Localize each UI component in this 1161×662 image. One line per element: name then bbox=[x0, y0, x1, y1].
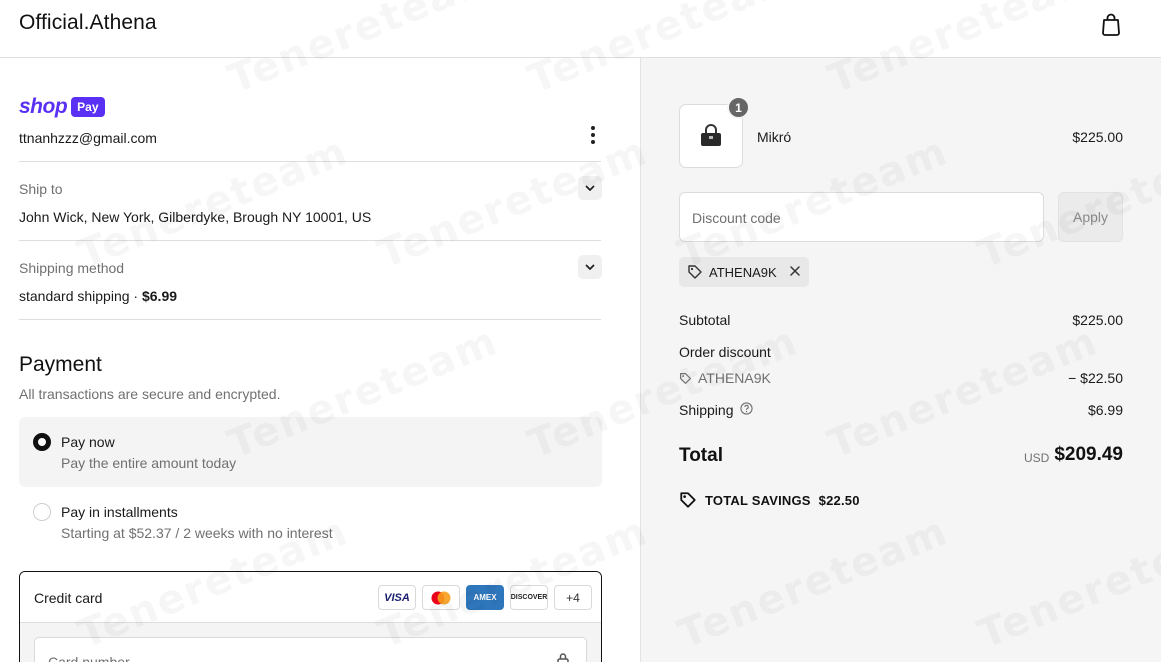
discount-code-placeholder: Discount code bbox=[692, 210, 781, 226]
card-brands: VISA AMEX DISCOVER +4 bbox=[378, 585, 592, 610]
tag-icon bbox=[688, 265, 702, 279]
card-number-input[interactable]: Card number bbox=[34, 637, 587, 662]
total-savings-value: $22.50 bbox=[818, 492, 860, 508]
total-savings: TOTAL SAVINGS $22.50 bbox=[679, 491, 860, 509]
subtotal-label: Subtotal bbox=[679, 312, 731, 328]
visa-icon: VISA bbox=[378, 585, 416, 610]
ship-to-label: Ship to bbox=[19, 181, 63, 197]
card-number-placeholder: Card number bbox=[48, 654, 130, 662]
order-discount-label: Order discount bbox=[679, 344, 771, 360]
discount-code-input[interactable]: Discount code bbox=[679, 192, 1044, 242]
applied-discount-code: ATHENA9K bbox=[709, 264, 777, 280]
total-value: $209.49 bbox=[1054, 444, 1123, 465]
lock-icon bbox=[556, 652, 570, 662]
shipping-row: Shipping bbox=[679, 402, 753, 418]
chevron-down-icon[interactable] bbox=[578, 176, 602, 200]
pay-now-radio[interactable] bbox=[33, 433, 51, 451]
order-summary: 1 Mikró $225.00 Discount code Apply ATHE… bbox=[640, 58, 1161, 662]
shipping-label: Shipping bbox=[679, 402, 734, 418]
pay-installments-radio[interactable] bbox=[33, 503, 51, 521]
ship-to-address: John Wick, New York, Gilberdyke, Brough … bbox=[19, 209, 372, 225]
header: Official.Athena bbox=[0, 0, 1161, 58]
shipping-method-price: $6.99 bbox=[141, 288, 178, 304]
shipping-method-value: standard shipping · $6.99 bbox=[19, 288, 177, 304]
shipping-method-name: standard shipping bbox=[19, 288, 130, 304]
pay-installments-subtitle: Starting at $52.37 / 2 weeks with no int… bbox=[61, 525, 333, 541]
tag-icon bbox=[680, 492, 696, 508]
shop-pay-logo: shop Pay bbox=[19, 95, 105, 119]
checkout-form: shop Pay ttnanhzzz@gmail.com Ship to Joh… bbox=[0, 58, 640, 662]
divider bbox=[19, 240, 601, 241]
account-email: ttnanhzzz@gmail.com bbox=[19, 130, 157, 146]
applied-discount-chip: ATHENA9K bbox=[679, 257, 809, 287]
product-name: Mikró bbox=[757, 129, 792, 145]
discover-icon: DISCOVER bbox=[510, 585, 548, 610]
handbag-icon bbox=[701, 124, 721, 146]
order-discount-amount: − $22.50 bbox=[1068, 370, 1123, 386]
pay-installments-title[interactable]: Pay in installments bbox=[61, 504, 178, 520]
shopping-bag-icon[interactable] bbox=[1097, 10, 1125, 38]
shipping-method-separator: · bbox=[133, 288, 139, 304]
credit-card-label: Credit card bbox=[34, 590, 103, 606]
help-icon[interactable] bbox=[739, 402, 753, 418]
credit-card-option[interactable]: Credit card VISA AMEX DISCOVER +4 bbox=[20, 572, 601, 623]
tag-icon bbox=[680, 372, 691, 384]
subtotal-value: $225.00 bbox=[1072, 312, 1123, 328]
shop-pay-pill: Pay bbox=[71, 97, 105, 117]
remove-discount-icon[interactable] bbox=[789, 265, 801, 280]
pay-now-title: Pay now bbox=[61, 434, 115, 450]
apply-discount-button[interactable]: Apply bbox=[1058, 192, 1123, 242]
total-savings-label: TOTAL SAVINGS bbox=[705, 492, 811, 508]
amex-icon: AMEX bbox=[466, 585, 504, 610]
product-price: $225.00 bbox=[1072, 129, 1123, 145]
payment-subtitle: All transactions are secure and encrypte… bbox=[19, 386, 281, 402]
order-discount-code: ATHENA9K bbox=[679, 370, 771, 386]
mastercard-icon bbox=[422, 585, 460, 610]
shop-pay-shop-text: shop bbox=[19, 95, 68, 118]
divider bbox=[19, 319, 601, 320]
shipping-value: $6.99 bbox=[1087, 402, 1123, 418]
chevron-down-icon[interactable] bbox=[578, 255, 602, 279]
order-discount-code-text: ATHENA9K bbox=[698, 370, 771, 386]
more-options-icon[interactable] bbox=[584, 124, 602, 146]
shipping-method-label: Shipping method bbox=[19, 260, 125, 276]
payment-title: Payment bbox=[19, 353, 102, 376]
credit-card-section: Credit card VISA AMEX DISCOVER +4 Card n… bbox=[19, 571, 602, 662]
divider bbox=[19, 161, 601, 162]
total-label: Total bbox=[679, 445, 723, 466]
store-brand[interactable]: Official.Athena bbox=[19, 11, 157, 35]
more-card-brands: +4 bbox=[554, 585, 592, 610]
pay-now-option[interactable] bbox=[19, 417, 602, 487]
pay-now-subtitle: Pay the entire amount today bbox=[61, 455, 237, 471]
quantity-badge: 1 bbox=[727, 96, 750, 119]
